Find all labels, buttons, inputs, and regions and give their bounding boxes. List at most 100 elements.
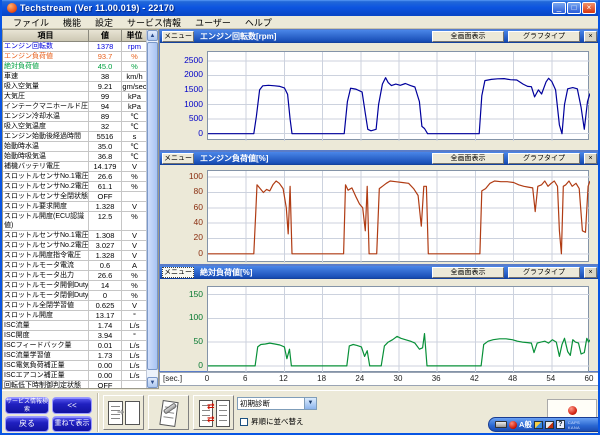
close-button[interactable]: ×: [582, 2, 596, 14]
data-list-view-button[interactable]: ➔: [103, 395, 144, 430]
fullscreen-button[interactable]: 全画面表示: [432, 153, 504, 164]
table-row[interactable]: エンジン始動後経過時間5516s: [3, 132, 147, 142]
time-axis-unit-label: [sec.]: [163, 374, 182, 383]
parameter-value: 93.7: [89, 52, 122, 61]
table-row[interactable]: ISC開度3.94°: [3, 331, 147, 341]
table-row[interactable]: スロットル全閉学習値0.625V: [3, 301, 147, 311]
table-row[interactable]: 車速38km/h: [3, 72, 147, 82]
table-scrollbar[interactable]: ▲ ▼: [146, 30, 158, 388]
parameter-unit: rpm: [122, 42, 147, 51]
table-row[interactable]: スロットルセンサNo.2電圧比61.1%: [3, 182, 147, 192]
sort-checkbox-label: 昇順に並べ替え: [251, 416, 304, 427]
ime-mode-label[interactable]: A般: [519, 419, 532, 430]
table-row[interactable]: スロットルセンサNo.2電圧3.027V: [3, 241, 147, 251]
table-row[interactable]: ISC電気負荷補正量0.00L/s: [3, 361, 147, 371]
table-row[interactable]: スロットルモータ電流0.6A: [3, 261, 147, 271]
y-axis-tick-label: 100: [160, 312, 203, 322]
table-row[interactable]: 始動時吸気温36.8℃: [3, 152, 147, 162]
parameter-name: インテークマニホールド圧: [3, 102, 89, 111]
ime-language-bar[interactable]: A般 ? CAPS KANA: [488, 417, 600, 432]
chart-close-button[interactable]: ×: [584, 31, 597, 42]
graph-type-button[interactable]: グラフタイプ: [508, 153, 580, 164]
table-row[interactable]: スロットル開度指令電圧1.328V: [3, 251, 147, 261]
ime-status-icon[interactable]: [509, 421, 517, 429]
scrollbar-thumb[interactable]: [147, 42, 158, 370]
menu-item-4[interactable]: ユーザー: [188, 16, 238, 29]
table-row[interactable]: スロットルモータ出力26.6%: [3, 271, 147, 281]
fullscreen-button[interactable]: 全画面表示: [432, 31, 504, 42]
table-row[interactable]: ISC流量1.74L/s: [3, 321, 147, 331]
parameter-unit: V: [122, 241, 147, 250]
window-title: Techstream (Ver 11.00.019) - 22170: [20, 3, 551, 13]
table-row[interactable]: スロットルモータ開側Duty比14%: [3, 281, 147, 291]
table-row[interactable]: エンジン回転数1378rpm: [3, 42, 147, 52]
table-row[interactable]: 大気圧99kPa: [3, 92, 147, 102]
table-row[interactable]: スロットルセンサNo.1電圧比26.6%: [3, 172, 147, 182]
parameter-name: スロットルセンサNo.2電圧: [3, 241, 89, 250]
graph-type-button[interactable]: グラフタイプ: [508, 267, 580, 278]
keyboard-icon[interactable]: [495, 421, 507, 428]
fullscreen-button[interactable]: 全画面表示: [432, 267, 504, 278]
table-row[interactable]: 補機バッテリ電圧14.179V: [3, 162, 147, 172]
scroll-up-icon[interactable]: ▲: [147, 30, 158, 41]
minimize-button[interactable]: _: [552, 2, 566, 14]
grid-lines: [208, 171, 590, 263]
table-row[interactable]: スロットル開度13.17°: [3, 311, 147, 321]
parameter-value: 0.00: [89, 371, 122, 380]
table-row[interactable]: 絶対負荷値45.0%: [3, 62, 147, 72]
return-button[interactable]: 戻る: [5, 416, 49, 432]
record-data-button[interactable]: [148, 395, 189, 430]
ime-pen-icon[interactable]: [545, 421, 554, 429]
table-row[interactable]: インテークマニホールド圧94kPa: [3, 102, 147, 112]
chevron-down-icon[interactable]: ▼: [304, 398, 316, 409]
menu-item-5[interactable]: ヘルプ: [238, 16, 279, 29]
parameter-name: エンジン負荷値: [3, 52, 89, 61]
toolbar-divider: [97, 393, 99, 432]
table-row[interactable]: 吸入空気量9.21gm/sec: [3, 82, 147, 92]
parameter-unit: L/s: [122, 361, 147, 370]
y-axis-tick-label: 2000: [160, 69, 203, 79]
chart-close-button[interactable]: ×: [584, 267, 597, 278]
menu-item-0[interactable]: ファイル: [6, 16, 56, 29]
parameter-name: スロットルセンサ全閉状態: [3, 192, 89, 201]
menu-item-1[interactable]: 機能: [56, 16, 88, 29]
table-row[interactable]: ISC流量学習値1.73L/s: [3, 351, 147, 361]
table-row[interactable]: 吸入空気温度32℃: [3, 122, 147, 132]
table-row[interactable]: スロットル開度(ECU認識値)12.5%: [3, 212, 147, 231]
parameter-unit: s: [122, 132, 147, 141]
chart-title: エンジン負荷値[%]: [200, 153, 428, 164]
collapse-button[interactable]: <<: [52, 397, 92, 414]
table-row[interactable]: エンジン冷却水温89℃: [3, 112, 147, 122]
table-row[interactable]: スロットルセンサ全閉状態OFF: [3, 192, 147, 202]
title-bar[interactable]: Techstream (Ver 11.00.019) - 22170 _ □ ×: [2, 0, 598, 16]
menu-item-2[interactable]: 設定: [88, 16, 120, 29]
parameter-value: 45.0: [89, 62, 122, 71]
menu-item-3[interactable]: サービス情報: [120, 16, 188, 29]
maximize-button[interactable]: □: [567, 2, 581, 14]
graph-type-button[interactable]: グラフタイプ: [508, 31, 580, 42]
table-row[interactable]: 始動時水温35.0℃: [3, 142, 147, 152]
chart-menu-button[interactable]: メニュー: [162, 153, 194, 164]
table-row[interactable]: スロットルモータ閉側Duty比0%: [3, 291, 147, 301]
table-row[interactable]: 回転低下時制御判定状態OFF: [3, 381, 147, 388]
table-row[interactable]: スロットル要求開度1.328V: [3, 202, 147, 212]
table-row[interactable]: ISCエアコン補正量0.00L/s: [3, 371, 147, 381]
diagnosis-mode-dropdown[interactable]: 初期診断 ▼: [237, 397, 317, 410]
parameter-name: 回転低下時制御判定状態: [3, 381, 89, 388]
table-row[interactable]: スロットルセンサNo.1電圧1.308V: [3, 231, 147, 241]
overlay-display-button[interactable]: 重ねて表示: [52, 416, 92, 432]
ime-help-icon[interactable]: ?: [556, 420, 565, 429]
ime-palette-icon[interactable]: [534, 421, 543, 429]
table-row[interactable]: ISCフィードバック量0.01L/s: [3, 341, 147, 351]
sort-option[interactable]: 昇順に並べ替え: [240, 416, 304, 427]
table-row[interactable]: エンジン負荷値93.7%: [3, 52, 147, 62]
chart-menu-button[interactable]: メニュー: [162, 267, 194, 278]
parameter-value: 1.308: [89, 231, 122, 240]
scroll-down-icon[interactable]: ▼: [147, 377, 158, 388]
chart-close-button[interactable]: ×: [584, 153, 597, 164]
chart-menu-button[interactable]: メニュー: [162, 31, 194, 42]
service-info-search-button[interactable]: サービス情報検索: [5, 397, 49, 414]
parameter-value: 36.8: [89, 152, 122, 161]
sort-ascending-checkbox[interactable]: [240, 418, 248, 426]
compare-data-button[interactable]: ⇄ ⇄: [193, 395, 234, 430]
